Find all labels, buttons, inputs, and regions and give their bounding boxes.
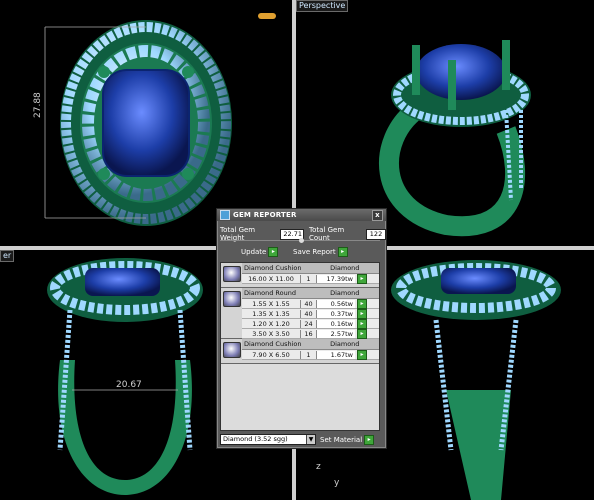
select-gem-arrow-icon[interactable]: ▸ — [357, 328, 367, 339]
close-button[interactable]: x — [372, 210, 383, 221]
material-select[interactable]: Diamond (3.52 sgg) ▼ — [220, 434, 316, 445]
gem-material: Diamond — [330, 289, 360, 297]
gem-group-header: Diamond Cushion Diamond — [242, 339, 379, 350]
gem-reporter-titlebar[interactable]: GEM REPORTER x — [217, 209, 386, 221]
gem-size: 16.00 X 11.00 — [248, 274, 294, 283]
axis-y-label: y — [334, 478, 340, 488]
gem-weight: 0.37tw — [316, 309, 355, 318]
select-gem-arrow-icon[interactable]: ▸ — [357, 349, 367, 360]
save-report-arrow-icon: ▸ — [337, 247, 348, 257]
gem-weight: 0.56tw — [316, 299, 355, 308]
gem-row[interactable]: 1.35 X 1.35 40 0.37tw ▸ — [242, 308, 379, 319]
width-dimension: 20.67 — [116, 380, 142, 390]
orientation-icon — [258, 13, 276, 19]
set-material-arrow-icon: ▸ — [364, 434, 375, 445]
update-arrow-icon: ▸ — [268, 247, 279, 257]
gem-group-header: Diamond Cushion Diamond — [242, 263, 379, 274]
gem-group[interactable]: Diamond Cushion Diamond 7.90 X 6.50 1 1.… — [221, 339, 379, 364]
perspective-tab[interactable]: Perspective — [296, 0, 349, 12]
gem-reporter-logo-icon — [220, 210, 230, 220]
gem-count: 1 — [300, 274, 316, 283]
gem-thumbnail-icon — [223, 342, 241, 358]
gem-weight: 2.57tw — [316, 329, 355, 338]
gem-thumbnail-icon — [223, 291, 241, 307]
gem-row[interactable]: 7.90 X 6.50 1 1.67tw ▸ — [242, 349, 379, 360]
gem-count: 40 — [300, 309, 316, 318]
gem-material: Diamond — [330, 264, 360, 272]
gem-count: 40 — [300, 299, 316, 308]
gem-shape: Diamond Cushion — [244, 264, 302, 272]
gem-size: 3.50 X 3.50 — [252, 329, 290, 338]
gem-count: 24 — [300, 319, 316, 328]
gem-row[interactable]: 1.20 X 1.20 24 0.16tw ▸ — [242, 318, 379, 329]
gem-group[interactable]: Diamond Round Diamond 1.55 X 1.55 40 0.5… — [221, 288, 379, 339]
gem-reporter-panel: GEM REPORTER x Total Gem Weight 22.71 To… — [216, 208, 387, 449]
gem-thumbnail-icon — [223, 266, 241, 282]
gem-group[interactable]: Diamond Cushion Diamond 16.00 X 11.00 1 … — [221, 263, 379, 288]
gem-size: 1.55 X 1.55 — [252, 299, 290, 308]
height-dimension: 27.88 — [33, 92, 43, 118]
set-material-label: Set Material — [320, 435, 363, 444]
gem-size: 1.35 X 1.35 — [252, 309, 290, 318]
update-button[interactable]: Update ▸ — [241, 247, 279, 257]
set-material-button[interactable]: Set Material ▸ — [320, 434, 375, 445]
update-label: Update — [241, 248, 267, 256]
gem-size: 7.90 X 6.50 — [252, 350, 290, 359]
save-report-label: Save Report — [293, 248, 336, 256]
gem-material: Diamond — [330, 340, 360, 348]
front-tab[interactable]: er — [0, 250, 15, 262]
total-count-value: 122 — [366, 228, 387, 240]
gem-weight: 17.39tw — [316, 274, 355, 283]
select-gem-arrow-icon[interactable]: ▸ — [357, 298, 367, 309]
gem-row[interactable]: 16.00 X 11.00 1 17.39tw ▸ — [242, 273, 379, 284]
chevron-down-icon[interactable]: ▼ — [306, 435, 315, 444]
gem-size: 1.20 X 1.20 — [252, 319, 290, 328]
gem-reporter-title: GEM REPORTER — [233, 211, 297, 219]
material-select-value: Diamond (3.52 sgg) — [223, 435, 288, 443]
gem-row[interactable]: 1.55 X 1.55 40 0.56tw ▸ — [242, 298, 379, 309]
gem-count: 1 — [300, 350, 316, 359]
gem-weight: 0.16tw — [316, 319, 355, 328]
gem-row[interactable]: 3.50 X 3.50 16 2.57tw ▸ — [242, 328, 379, 339]
select-gem-arrow-icon[interactable]: ▸ — [357, 308, 367, 319]
material-row: Diamond (3.52 sgg) ▼ Set Material ▸ — [220, 434, 375, 445]
select-gem-arrow-icon[interactable]: ▸ — [357, 318, 367, 329]
axis-z-label: z — [316, 462, 321, 472]
save-report-button[interactable]: Save Report ▸ — [293, 247, 348, 257]
gem-shape: Diamond Cushion — [244, 340, 302, 348]
gem-shape: Diamond Round — [244, 289, 296, 297]
gem-list[interactable]: Diamond Cushion Diamond 16.00 X 11.00 1 … — [220, 262, 380, 431]
select-gem-arrow-icon[interactable]: ▸ — [357, 273, 367, 284]
gem-weight: 1.67tw — [316, 350, 355, 359]
gem-group-header: Diamond Round Diamond — [242, 288, 379, 299]
gem-count: 16 — [300, 329, 316, 338]
collapse-dot-icon[interactable] — [299, 238, 304, 243]
